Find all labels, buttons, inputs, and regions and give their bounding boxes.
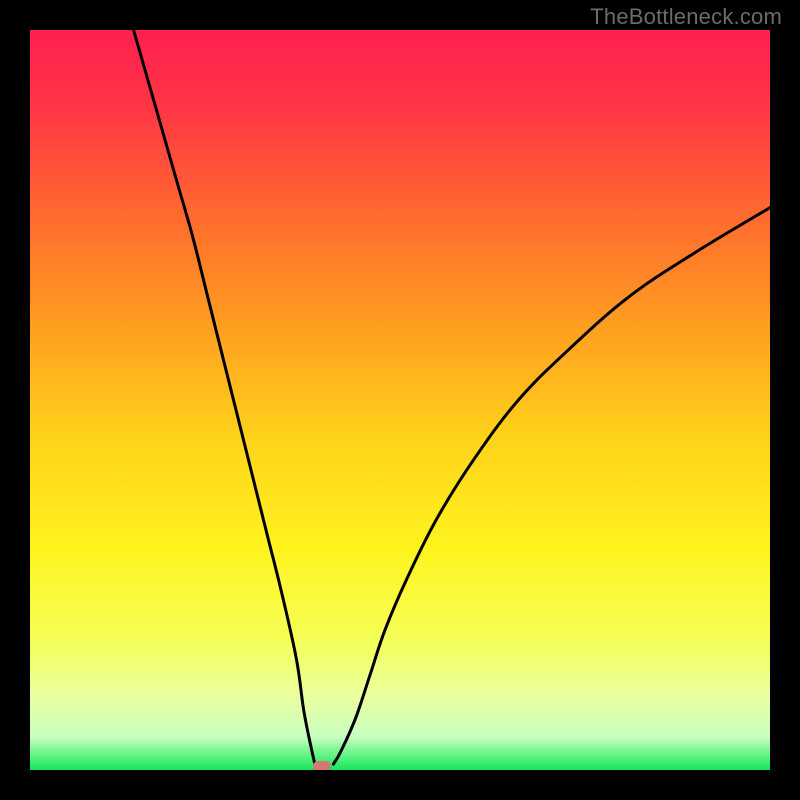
plot-area bbox=[30, 30, 770, 770]
bottleneck-curve bbox=[30, 30, 770, 770]
chart-frame: TheBottleneck.com bbox=[0, 0, 800, 800]
watermark-text: TheBottleneck.com bbox=[590, 4, 782, 30]
optimum-marker bbox=[313, 761, 331, 770]
